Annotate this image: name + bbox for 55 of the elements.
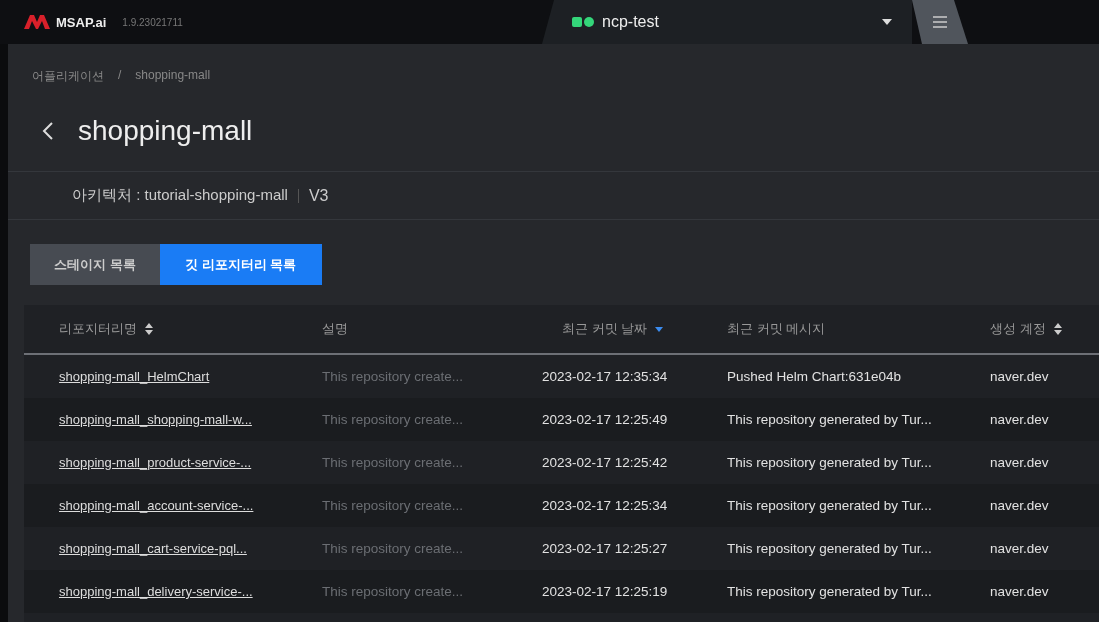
- column-header[interactable]: 설명: [322, 320, 348, 338]
- table-cell: Pushed Helm Chart:631e04b: [727, 369, 902, 384]
- table-cell: 2023-02-17 12:25:27: [542, 541, 668, 556]
- breadcrumb-item[interactable]: shopping-mall: [135, 68, 211, 85]
- table-cell: 2023-02-17 12:25:42: [542, 455, 668, 470]
- repository-link[interactable]: shopping-mall_shopping-mall-w...: [59, 412, 252, 427]
- back-icon[interactable]: [42, 121, 54, 141]
- table-cell: naver.dev: [990, 541, 1049, 556]
- repository-link[interactable]: shopping-mall_cart-service-pql...: [59, 541, 247, 556]
- table-cell: naver.dev: [990, 412, 1049, 427]
- logo-icon: [24, 15, 50, 29]
- table-cell: naver.dev: [990, 369, 1049, 384]
- column-header[interactable]: 최근 커밋 메시지: [727, 320, 826, 338]
- menu-icon: [933, 16, 947, 28]
- table-cell: naver.dev: [990, 584, 1049, 599]
- table-cell: This repository generated by Tur...: [727, 584, 932, 599]
- tab[interactable]: 깃 리포지터리 목록: [159, 244, 322, 285]
- menu-button[interactable]: [912, 0, 968, 44]
- caret-icon: [882, 19, 892, 25]
- breadcrumb-separator: /: [118, 68, 122, 84]
- table-cell: 2023-02-17 12:25:19: [542, 584, 668, 599]
- sort-descending-icon[interactable]: [655, 326, 664, 332]
- repository-link[interactable]: shopping-mall_delivery-service-...: [59, 584, 253, 599]
- version-label: 1.9.23021711: [122, 16, 183, 28]
- table-cell: This repository create...: [322, 455, 464, 470]
- table-cell: This repository generated by Tur...: [727, 455, 932, 470]
- table-cell: This repository create...: [322, 412, 464, 427]
- sort-icon[interactable]: [1053, 323, 1062, 335]
- table-cell: This repository create...: [322, 369, 464, 384]
- table-cell: This repository create...: [322, 541, 464, 556]
- repository-link[interactable]: shopping-mall_account-service-...: [59, 498, 254, 513]
- table-cell: This repository generated by Tur...: [727, 498, 932, 513]
- tab[interactable]: 스테이지 목록: [30, 244, 160, 285]
- table-cell: 2023-02-17 12:25:49: [542, 412, 668, 427]
- table-cell: 2023-02-17 12:35:34: [542, 369, 668, 384]
- version-label: V3: [308, 186, 329, 205]
- dots-icon: [572, 17, 594, 27]
- page-title: shopping-mall: [78, 115, 253, 147]
- sort-icon[interactable]: [145, 323, 153, 335]
- table-cell: naver.dev: [990, 455, 1049, 470]
- table-cell: 2023-02-17 12:25:34: [542, 498, 668, 513]
- table-cell: naver.dev: [990, 498, 1049, 513]
- table-cell: This repository create...: [322, 584, 464, 599]
- column-header[interactable]: 생성 계정: [990, 320, 1046, 338]
- table-cell: This repository generated by Tur...: [727, 412, 932, 427]
- column-header[interactable]: 리포지터리명: [59, 320, 137, 338]
- architecture-label: 아키텍처 : tutorial-shopping-mall: [72, 186, 288, 205]
- repository-link[interactable]: shopping-mall_HelmChart: [59, 369, 210, 384]
- column-header[interactable]: 최근 커밋 날짜: [562, 320, 648, 338]
- brand-name: MSAP.ai: [56, 14, 107, 30]
- breadcrumb-item[interactable]: 어플리케이션: [32, 68, 104, 85]
- repository-link[interactable]: shopping-mall_product-service-...: [59, 455, 252, 470]
- workspace-selector[interactable]: ncp-test: [542, 0, 912, 44]
- table-cell: This repository generated by Tur...: [727, 541, 932, 556]
- table-cell: This repository create...: [322, 498, 464, 513]
